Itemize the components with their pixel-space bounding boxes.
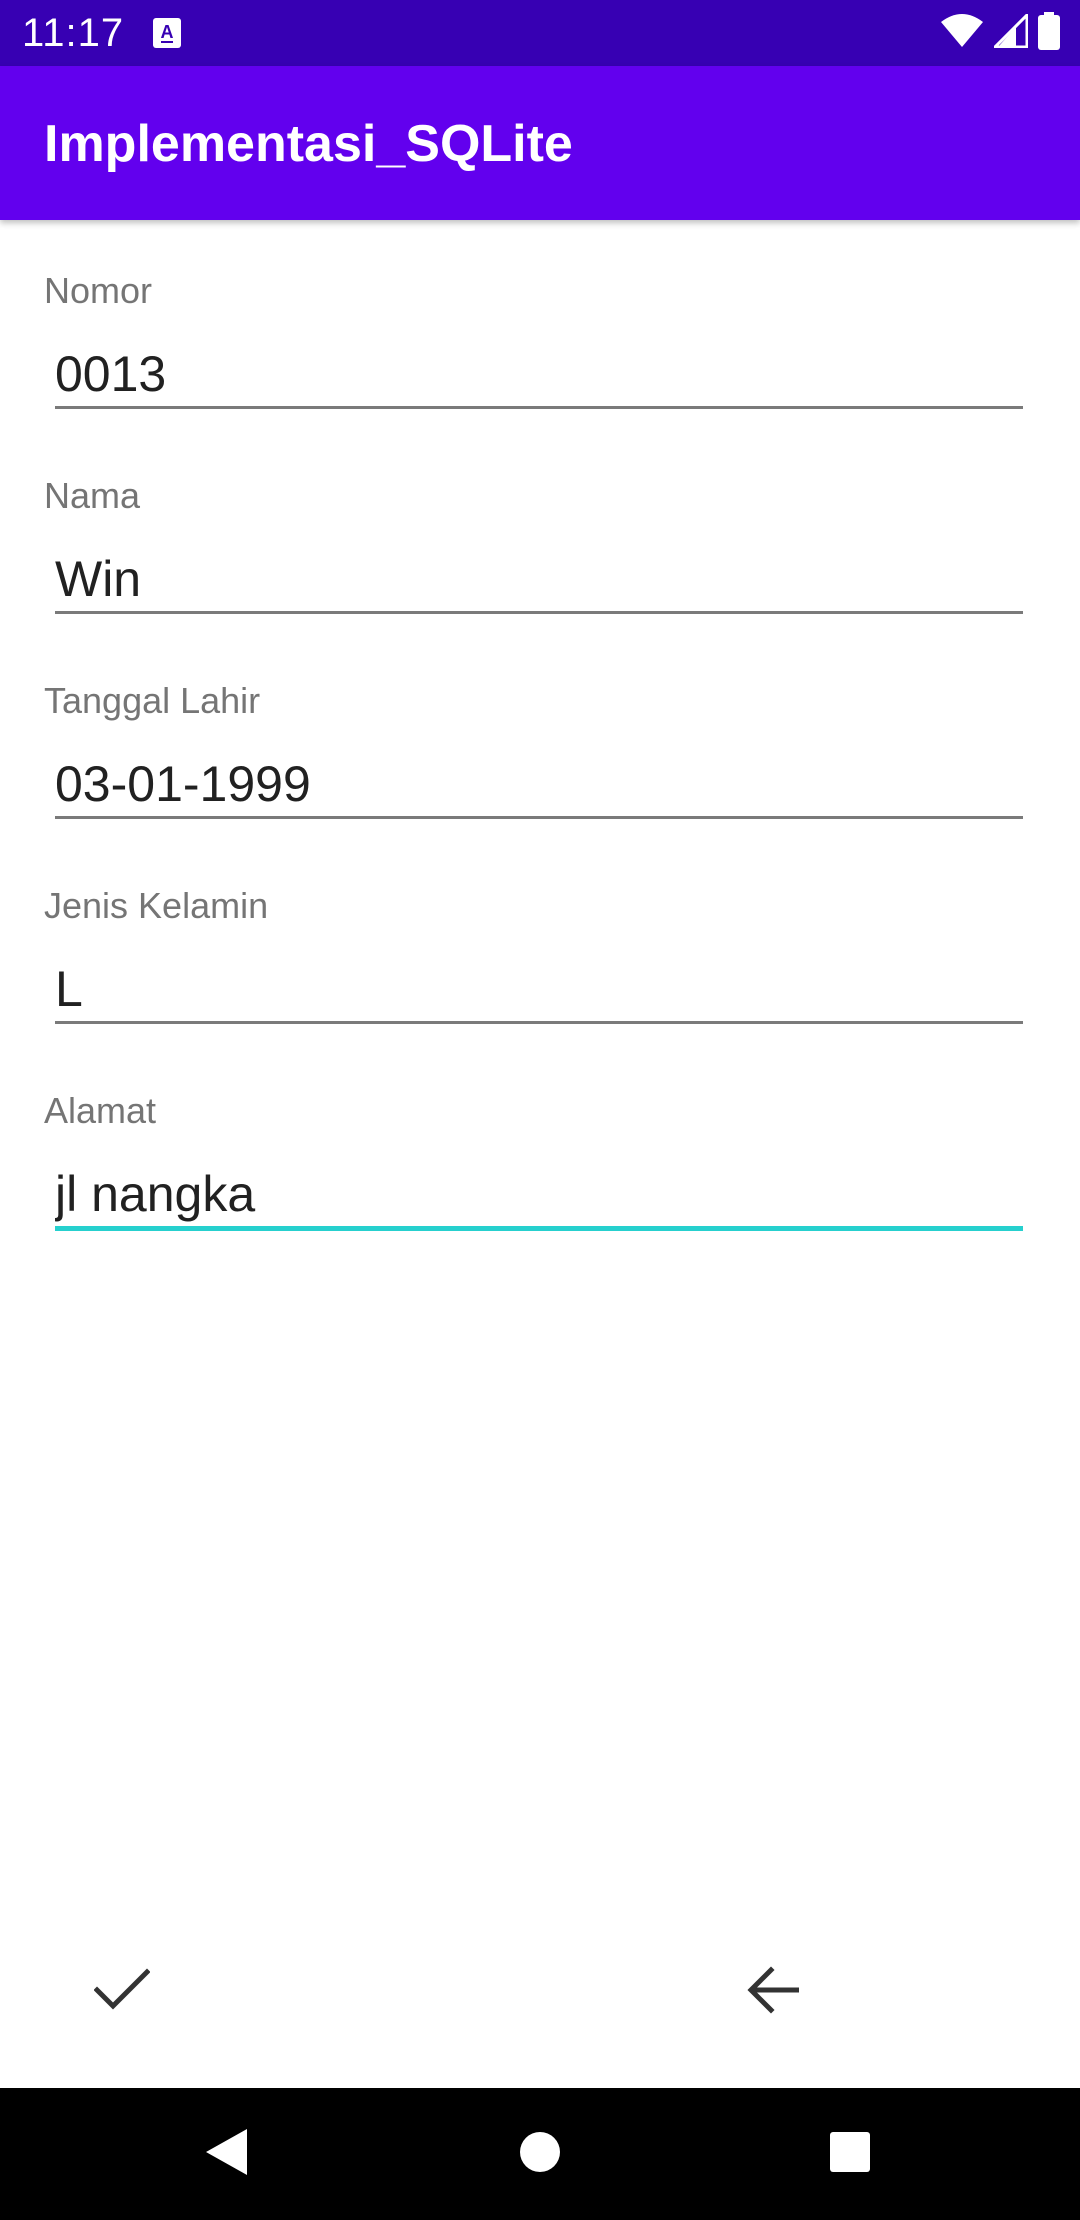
tanggal-lahir-input[interactable] <box>55 752 1023 819</box>
check-icon <box>93 1967 151 2017</box>
status-bar: 11:17 A <box>0 0 1080 66</box>
notification-a-icon: A <box>152 17 182 49</box>
nav-back-button[interactable] <box>184 2112 268 2196</box>
nav-home-button[interactable] <box>498 2112 582 2196</box>
signal-icon <box>993 13 1029 53</box>
app-title: Implementasi_SQLite <box>44 115 573 173</box>
nomor-label: Nomor <box>44 270 153 311</box>
field-tanggal-lahir: Tanggal Lahir <box>44 680 1044 860</box>
field-nomor: Nomor <box>44 270 1044 450</box>
nav-recents-icon <box>829 2131 871 2178</box>
nav-recents-button[interactable] <box>808 2112 892 2196</box>
nama-input[interactable] <box>55 547 1023 614</box>
app-bar: Implementasi_SQLite <box>0 66 1080 220</box>
status-icons <box>940 11 1060 55</box>
alamat-input[interactable] <box>55 1162 1023 1231</box>
nav-home-icon <box>519 2131 561 2178</box>
field-alamat: Alamat <box>44 1090 1044 1270</box>
svg-text:A: A <box>161 22 174 42</box>
battery-icon <box>1038 11 1060 55</box>
field-nama: Nama <box>44 475 1044 655</box>
save-button[interactable] <box>70 1940 174 2044</box>
status-time: 11:17 <box>22 11 125 55</box>
jenis-kelamin-label: Jenis Kelamin <box>44 885 269 926</box>
nama-label: Nama <box>44 475 141 516</box>
nomor-input[interactable] <box>55 342 1023 409</box>
field-jenis-kelamin: Jenis Kelamin <box>44 885 1044 1065</box>
system-nav-bar <box>0 2088 1080 2220</box>
alamat-label: Alamat <box>44 1090 157 1131</box>
arrow-back-icon <box>747 1965 800 2019</box>
back-button[interactable] <box>721 1940 825 2044</box>
tanggal-lahir-label: Tanggal Lahir <box>44 680 261 721</box>
nav-back-icon <box>203 2127 249 2182</box>
jenis-kelamin-input[interactable] <box>55 957 1023 1024</box>
wifi-icon <box>940 13 984 53</box>
